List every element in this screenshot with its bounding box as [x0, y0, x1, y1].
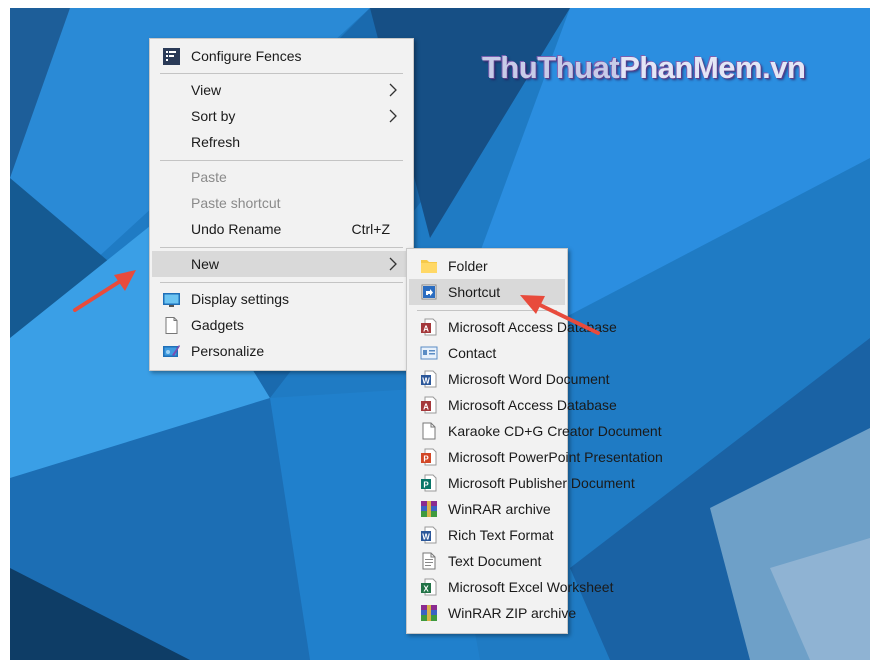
- submenu-item-label: WinRAR ZIP archive: [448, 605, 577, 621]
- menu-item-label: Refresh: [191, 134, 241, 150]
- menu-item-label: Display settings: [191, 291, 290, 307]
- menu-item-label: Sort by: [191, 108, 236, 124]
- svg-text:P: P: [423, 455, 429, 464]
- shortcut-icon: [421, 284, 437, 300]
- separator: [160, 247, 403, 248]
- menu-item-configure-fences[interactable]: Configure Fences: [152, 43, 411, 69]
- submenu-item-winrar-zip[interactable]: WinRAR ZIP archive: [409, 600, 576, 626]
- contact-icon: [420, 346, 438, 360]
- access-icon: A: [421, 318, 437, 336]
- submenu-item-label: Folder: [448, 258, 488, 274]
- submenu-item-label: Microsoft Excel Worksheet: [448, 579, 614, 595]
- chevron-right-icon: [389, 83, 397, 97]
- menu-item-label: Undo Rename: [191, 221, 282, 237]
- submenu-item-shortcut[interactable]: Shortcut: [409, 279, 565, 305]
- winrar-zip-icon: [421, 605, 437, 621]
- submenu-item-access-database-2[interactable]: A Microsoft Access Database: [409, 392, 617, 418]
- menu-item-label: Paste: [191, 169, 227, 185]
- svg-text:W: W: [422, 533, 430, 542]
- menu-item-label: View: [191, 82, 222, 98]
- submenu-item-label: Rich Text Format: [448, 527, 554, 543]
- submenu-item-karaoke-document[interactable]: Karaoke CD+G Creator Document: [409, 418, 662, 444]
- publisher-icon: P: [421, 474, 437, 492]
- desktop-context-menu: Configure Fences View Sort by Refresh Pa…: [149, 38, 414, 371]
- watermark-logo: ThuThuatPhanMem.vn: [482, 50, 806, 85]
- chevron-right-icon: [389, 109, 397, 123]
- rtf-icon: W: [421, 526, 437, 544]
- access-icon: A: [421, 396, 437, 414]
- svg-text:W: W: [422, 377, 430, 386]
- blank-document-icon: [422, 422, 436, 440]
- menu-item-new[interactable]: New: [152, 251, 411, 277]
- submenu-item-powerpoint[interactable]: P Microsoft PowerPoint Presentation: [409, 444, 663, 470]
- folder-icon: [421, 260, 437, 273]
- submenu-item-label: Text Document: [448, 553, 542, 569]
- svg-text:P: P: [423, 481, 429, 490]
- text-document-icon: [422, 552, 436, 570]
- submenu-item-winrar-archive[interactable]: WinRAR archive: [409, 496, 565, 522]
- submenu-item-word-document[interactable]: W Microsoft Word Document: [409, 366, 610, 392]
- personalize-icon: [163, 345, 180, 357]
- menu-item-undo-rename[interactable]: Undo Rename Ctrl+Z: [152, 216, 411, 242]
- word-icon: W: [421, 370, 437, 388]
- display-settings-icon: [163, 293, 180, 307]
- menu-item-label: Personalize: [191, 343, 265, 359]
- submenu-item-excel[interactable]: X Microsoft Excel Worksheet: [409, 574, 613, 600]
- submenu-item-label: Microsoft Access Database: [448, 397, 617, 413]
- keyboard-shortcut: Ctrl+Z: [351, 221, 391, 237]
- menu-item-label: Configure Fences: [191, 48, 302, 64]
- menu-item-personalize[interactable]: Personalize: [152, 338, 411, 364]
- menu-item-label: New: [191, 256, 220, 272]
- svg-text:X: X: [423, 585, 429, 594]
- submenu-item-label: WinRAR archive: [448, 501, 551, 517]
- submenu-item-label: Contact: [448, 345, 497, 361]
- new-submenu: Folder Shortcut A Microsoft Access Datab…: [406, 248, 663, 634]
- powerpoint-icon: P: [421, 448, 437, 466]
- menu-item-view[interactable]: View: [152, 77, 411, 103]
- menu-item-gadgets[interactable]: Gadgets: [152, 312, 411, 338]
- submenu-item-label: Microsoft Publisher Document: [448, 475, 635, 491]
- submenu-item-label: Shortcut: [448, 284, 501, 300]
- excel-icon: X: [421, 578, 437, 596]
- menu-item-display-settings[interactable]: Display settings: [152, 286, 411, 312]
- gadgets-icon: [165, 317, 178, 334]
- menu-item-sort-by[interactable]: Sort by: [152, 103, 411, 129]
- chevron-right-icon: [389, 257, 397, 271]
- separator: [160, 73, 403, 74]
- winrar-icon: [421, 501, 437, 517]
- menu-item-label: Gadgets: [191, 317, 244, 333]
- submenu-item-label: Microsoft Word Document: [448, 371, 610, 387]
- submenu-item-label: Microsoft PowerPoint Presentation: [448, 449, 663, 465]
- submenu-item-folder[interactable]: Folder: [409, 253, 565, 279]
- menu-item-refresh[interactable]: Refresh: [152, 129, 411, 155]
- submenu-item-text-document[interactable]: Text Document: [409, 548, 565, 574]
- separator: [160, 160, 403, 161]
- svg-text:A: A: [423, 325, 429, 334]
- menu-item-paste[interactable]: Paste: [152, 164, 411, 190]
- submenu-item-label: Microsoft Access Database: [448, 319, 617, 335]
- submenu-item-contact[interactable]: Contact: [409, 340, 565, 366]
- submenu-item-access-database[interactable]: A Microsoft Access Database: [409, 314, 617, 340]
- separator: [160, 282, 403, 283]
- submenu-item-label: Karaoke CD+G Creator Document: [448, 423, 662, 439]
- fences-icon: [163, 48, 180, 65]
- submenu-item-publisher[interactable]: P Microsoft Publisher Document: [409, 470, 635, 496]
- menu-item-label: Paste shortcut: [191, 195, 281, 211]
- separator: [417, 310, 557, 311]
- svg-text:A: A: [423, 403, 429, 412]
- submenu-item-rich-text[interactable]: W Rich Text Format: [409, 522, 565, 548]
- menu-item-paste-shortcut[interactable]: Paste shortcut: [152, 190, 411, 216]
